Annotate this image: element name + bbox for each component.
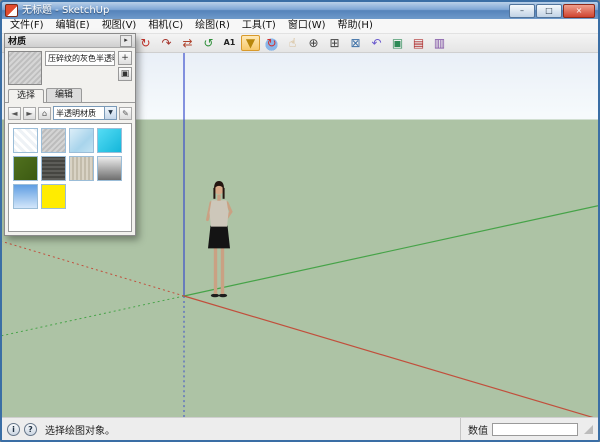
vcb-input[interactable]	[492, 423, 578, 436]
current-material-thumbnail[interactable]	[8, 51, 42, 85]
tab-select[interactable]: 选择	[8, 89, 44, 103]
vcb-label: 数值	[468, 422, 488, 437]
info-icon[interactable]: i	[7, 423, 20, 436]
metal-gray[interactable]	[97, 156, 122, 181]
shoe-right	[219, 294, 227, 298]
collection-dropdown[interactable]: 半透明材质 ▼	[53, 106, 117, 120]
menu-item[interactable]: 窗口(W)	[282, 19, 332, 33]
window-title: 无标题 - SketchUp	[22, 2, 505, 19]
collection-dropdown-value: 半透明材质	[54, 108, 104, 119]
orbit-icon[interactable]: ↻	[262, 35, 281, 51]
material-name-field[interactable]: 压碎纹的灰色半透明材	[45, 51, 115, 66]
chevron-down-icon[interactable]: ▼	[104, 107, 116, 119]
translucent-white[interactable]	[13, 128, 38, 153]
skirt	[208, 226, 230, 249]
material-swatch-list	[8, 123, 132, 232]
blouse	[210, 200, 229, 226]
back-button[interactable]: ◄	[8, 107, 21, 120]
tab-edit[interactable]: 编辑	[46, 88, 82, 102]
close-button[interactable]: ×	[563, 4, 595, 18]
rotate-icon[interactable]: ↻	[136, 35, 155, 51]
person-figure[interactable]	[208, 181, 232, 297]
water-cyan[interactable]	[97, 128, 122, 153]
woven-beige[interactable]	[69, 156, 94, 181]
zoom-extents-icon[interactable]: ⊠	[346, 35, 365, 51]
menu-item[interactable]: 编辑(E)	[50, 19, 96, 33]
offset-icon[interactable]: ⇄	[178, 35, 197, 51]
window-controls: – □ ×	[509, 4, 595, 18]
measurements-box: 数值	[460, 418, 578, 440]
resize-grip[interactable]	[584, 425, 593, 434]
materials-panel[interactable]: 材质 ▸ 压碎纹的灰色半透明材 + ▣ 选择 编辑 ◄ ► ⌂ 半透明材质 ▼ …	[4, 33, 136, 236]
materials-panel-titlebar[interactable]: 材质 ▸	[5, 34, 135, 48]
sketchup-logo-icon	[5, 4, 18, 17]
zoom-window-icon[interactable]: ⊞	[325, 35, 344, 51]
minimize-button[interactable]: –	[509, 4, 535, 18]
materials-tabs: 选择 编辑	[5, 88, 135, 103]
bright-yellow[interactable]	[41, 184, 66, 209]
home-button[interactable]: ⌂	[38, 107, 51, 120]
material-preview-row: 压碎纹的灰色半透明材 + ▣	[5, 48, 135, 86]
materials-nav-row: ◄ ► ⌂ 半透明材质 ▼ ✎	[5, 103, 135, 123]
secondary-pane-button[interactable]: ▣	[118, 67, 132, 81]
status-message: 选择绘图对象。	[45, 422, 456, 437]
hair-strand-right	[223, 188, 225, 199]
menubar: 文件(F) 编辑(E) 视图(V) 相机(C) 绘图(R) 工具(T) 窗口(W…	[2, 19, 598, 34]
paint-bucket-icon[interactable]: ▼	[241, 35, 260, 51]
circular-arrows-icon[interactable]: ↺	[199, 35, 218, 51]
text-tool-icon[interactable]: A1	[220, 35, 239, 51]
help-icon[interactable]: ?	[24, 423, 37, 436]
material-side-buttons: + ▣	[118, 51, 132, 81]
leg-right	[221, 247, 224, 294]
sample-paint-button[interactable]: ✎	[119, 107, 132, 120]
menu-item[interactable]: 绘图(R)	[189, 19, 236, 33]
sketchup-window: 无标题 - SketchUp – □ × 文件(F) 编辑(E) 视图(V) 相…	[0, 0, 600, 442]
dark-mesh[interactable]	[41, 156, 66, 181]
components-icon[interactable]: ▣	[388, 35, 407, 51]
neck	[217, 195, 220, 201]
create-material-button[interactable]: +	[118, 51, 132, 65]
shoe-left	[211, 294, 219, 298]
water-sparkle[interactable]	[69, 128, 94, 153]
zoom-icon[interactable]: ⊕	[304, 35, 323, 51]
menu-item[interactable]: 视图(V)	[96, 19, 143, 33]
materials-browser-icon[interactable]: ▤	[409, 35, 428, 51]
titlebar[interactable]: 无标题 - SketchUp – □ ×	[2, 2, 598, 19]
forward-button[interactable]: ►	[23, 107, 36, 120]
menu-item[interactable]: 工具(T)	[236, 19, 282, 33]
crushed-gray[interactable]	[41, 128, 66, 153]
menu-item[interactable]: 帮助(H)	[332, 19, 379, 33]
leg-left	[214, 247, 217, 294]
follow-me-icon[interactable]: ↷	[157, 35, 176, 51]
hair-strand-left	[213, 188, 215, 199]
styles-icon[interactable]: ▥	[430, 35, 449, 51]
maximize-button[interactable]: □	[536, 4, 562, 18]
expand-panel-icon[interactable]: ▸	[120, 35, 132, 47]
previous-view-icon[interactable]: ↶	[367, 35, 386, 51]
menu-item[interactable]: 相机(C)	[142, 19, 189, 33]
statusbar: i ? 选择绘图对象。 数值	[2, 417, 598, 440]
pan-icon[interactable]: ☝	[283, 35, 302, 51]
menu-item[interactable]: 文件(F)	[4, 19, 50, 33]
materials-panel-title: 材质	[8, 34, 26, 47]
sky-blue[interactable]	[13, 184, 38, 209]
red-axis[interactable]	[2, 241, 598, 417]
grass-dark-green[interactable]	[13, 156, 38, 181]
